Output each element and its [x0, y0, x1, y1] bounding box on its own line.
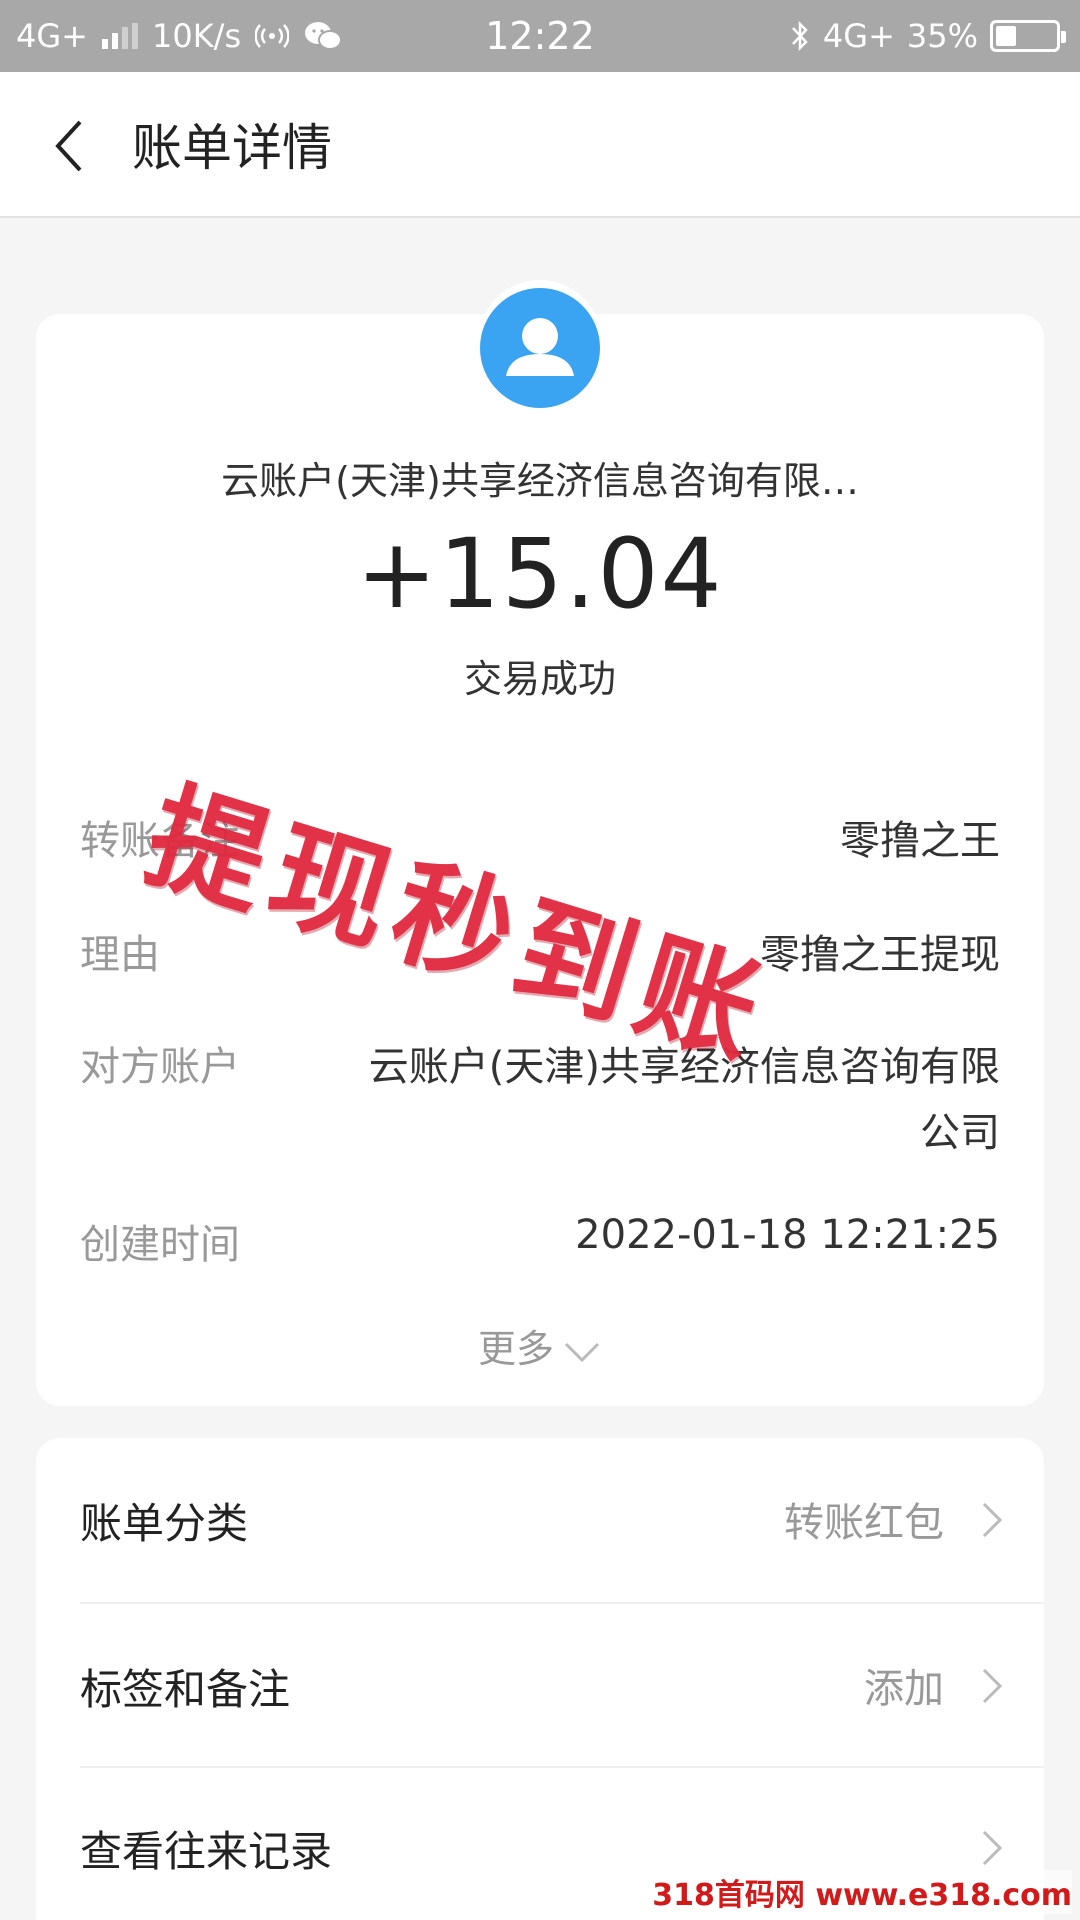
hotspot-icon: [255, 24, 290, 48]
wechat-icon: [305, 22, 343, 50]
bill-category-label: 账单分类: [80, 1499, 249, 1548]
status-bar: 4G+ 10K/s 12:22 4G+ 35%: [0, 0, 1080, 72]
battery-level: [996, 26, 1017, 46]
network-type-left: 4G+: [16, 17, 88, 55]
page-title: 账单详情: [132, 119, 332, 177]
tags-notes-row[interactable]: 标签和备注 添加: [36, 1604, 1044, 1768]
counterparty-account-value-line2: 公司: [920, 1110, 1000, 1156]
signal-icon: [101, 23, 138, 49]
created-time-label: 创建时间: [80, 1222, 240, 1268]
network-speed: 10K/s: [151, 17, 242, 55]
chevron-right-icon: [982, 1502, 1003, 1538]
created-time-value: 2022-01-18 12:21:25: [575, 1212, 1000, 1258]
status-right: 4G+ 35%: [789, 0, 1066, 72]
counterparty-name: 云账户(天津)共享经济信息咨询有限…: [221, 459, 859, 503]
reason-label: 理由: [80, 932, 160, 978]
bluetooth-icon: [791, 20, 808, 52]
site-watermark: 318首码网 www.e318.com: [652, 1870, 1072, 1914]
more-button[interactable]: 更多: [0, 1318, 1080, 1373]
status-left: 4G+ 10K/s: [16, 0, 343, 72]
chevron-right-icon: [982, 1830, 1003, 1866]
chevron-right-icon: [982, 1668, 1003, 1704]
battery-icon: [990, 20, 1066, 52]
tags-notes-value: 添加: [864, 1666, 944, 1712]
transaction-history-label: 查看往来记录: [80, 1827, 333, 1876]
bill-category-value: 转账红包: [784, 1500, 944, 1546]
more-label: 更多: [477, 1327, 554, 1371]
network-type-right: 4G+: [822, 17, 895, 55]
back-arrow-icon[interactable]: [44, 116, 104, 176]
battery-percent: 35%: [906, 17, 978, 55]
transfer-note-value: 零撸之王: [840, 818, 1000, 864]
counterparty-account-label: 对方账户: [80, 1044, 240, 1090]
bill-category-row[interactable]: 账单分类 转账红包: [36, 1438, 1044, 1602]
transaction-status: 交易成功: [463, 657, 616, 701]
avatar: [480, 288, 600, 408]
user-icon: [506, 318, 574, 376]
reason-value: 零撸之王提现: [760, 932, 1000, 978]
transaction-amount: +15.04: [356, 518, 724, 630]
tags-notes-label: 标签和备注: [80, 1665, 291, 1714]
navigation-header: 账单详情: [0, 72, 1080, 218]
chevron-down-icon: [564, 1342, 600, 1362]
